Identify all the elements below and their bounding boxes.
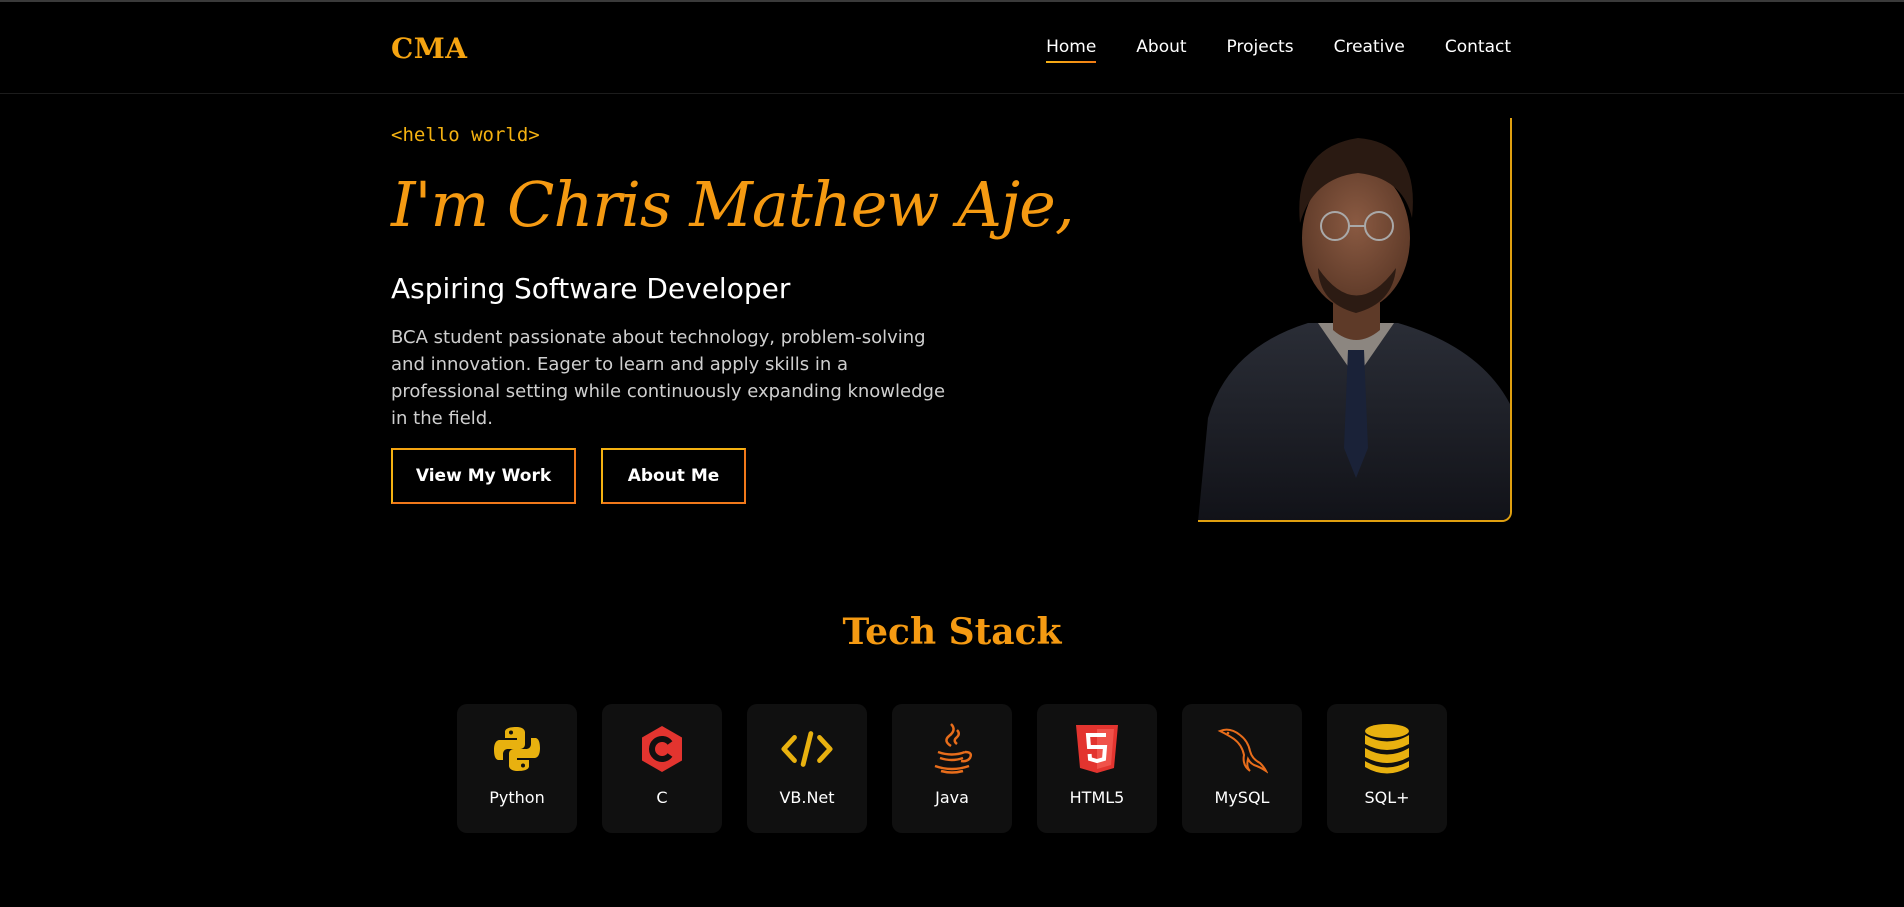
- mysql-icon: [1216, 723, 1268, 775]
- tech-card-java[interactable]: Java: [892, 704, 1012, 833]
- tech-stack-list: Python C VB.Net Java HTML5 MySQL SQL+: [457, 704, 1447, 833]
- view-my-work-button[interactable]: View My Work: [391, 448, 576, 504]
- tech-stack-title: Tech Stack: [842, 611, 1062, 653]
- nav-about[interactable]: About: [1136, 37, 1186, 63]
- nav-creative[interactable]: Creative: [1334, 37, 1405, 63]
- c-icon: [636, 723, 688, 775]
- tech-card-mysql[interactable]: MySQL: [1182, 704, 1302, 833]
- tech-card-vbnet[interactable]: VB.Net: [747, 704, 867, 833]
- tech-label: Java: [935, 788, 969, 807]
- nav-contact[interactable]: Contact: [1445, 37, 1511, 63]
- nav-home[interactable]: Home: [1046, 37, 1097, 63]
- tech-label: C: [656, 788, 668, 807]
- tech-card-sqlplus[interactable]: SQL+: [1327, 704, 1447, 833]
- tech-label: Python: [489, 788, 545, 807]
- hero-bio: BCA student passionate about technology,…: [391, 327, 946, 429]
- profile-photo: [1198, 118, 1512, 522]
- profile-portrait-illustration: [1198, 138, 1510, 520]
- site-header: CMA Home About Projects Creative Contact: [0, 2, 1904, 94]
- tech-label: VB.Net: [779, 788, 835, 807]
- tech-card-c[interactable]: C: [602, 704, 722, 833]
- about-me-button[interactable]: About Me: [601, 448, 746, 504]
- tech-label: HTML5: [1069, 788, 1125, 807]
- python-icon: [491, 723, 543, 775]
- tech-label: MySQL: [1214, 788, 1270, 807]
- code-icon: [781, 723, 833, 775]
- java-icon: [926, 723, 978, 775]
- hero-role: Aspiring Software Developer: [391, 272, 791, 305]
- tech-card-python[interactable]: Python: [457, 704, 577, 833]
- site-logo[interactable]: CMA: [391, 32, 468, 65]
- hero-eyebrow: <hello world>: [391, 124, 540, 146]
- hero-name: I'm Chris Mathew Aje,: [391, 168, 1075, 241]
- tech-card-html5[interactable]: HTML5: [1037, 704, 1157, 833]
- tech-label: SQL+: [1364, 788, 1410, 807]
- html5-icon: [1071, 723, 1123, 775]
- main-nav: Home About Projects Creative Contact: [1046, 37, 1511, 63]
- nav-projects[interactable]: Projects: [1227, 37, 1294, 63]
- database-icon: [1361, 723, 1413, 775]
